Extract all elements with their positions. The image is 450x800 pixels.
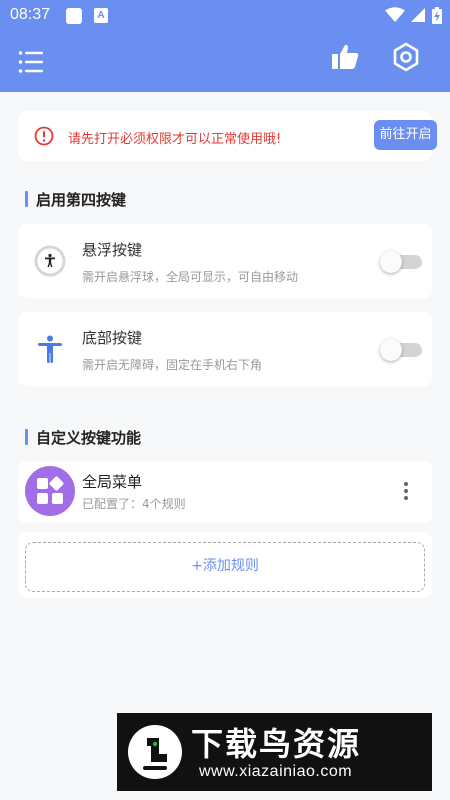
rule-subtitle: 已配置了：4个规则 — [82, 497, 186, 511]
rule-item-global-menu[interactable]: 全局菜单 已配置了：4个规则 — [18, 461, 432, 523]
floating-button-toggle[interactable] — [380, 251, 424, 273]
section-title-custom-functions: 自定义按键功能 — [25, 427, 141, 448]
rule-avatar — [25, 466, 75, 516]
floating-button-option[interactable]: 悬浮按键 需开启悬浮球，全局可显示，可自由移动 — [18, 224, 432, 298]
bird-logo-icon — [128, 725, 182, 779]
a-badge-icon: A — [94, 8, 108, 23]
notification-square-icon — [66, 8, 82, 24]
more-vert-icon[interactable] — [400, 481, 412, 503]
permission-alert-card: 请先打开必须权限才可以正常使用哦! 前往开启 — [18, 111, 437, 161]
section-accent-bar — [25, 429, 28, 445]
watermark-banner: 下载鸟资源 www.xiazainiao.com — [117, 713, 432, 791]
add-rule-button[interactable]: +添加规则 — [25, 542, 425, 592]
toggle-knob — [380, 251, 402, 273]
apps-grid-icon — [37, 476, 64, 504]
toggle-knob — [380, 339, 402, 361]
thumbs-up-icon[interactable] — [330, 42, 360, 72]
option-description: 需开启悬浮球，全局可显示，可自由移动 — [82, 270, 299, 284]
section-title-fourth-button: 启用第四按键 — [25, 189, 126, 210]
add-rule-container: +添加规则 — [18, 532, 432, 598]
bottom-button-toggle[interactable] — [380, 339, 424, 361]
option-title: 底部按键 — [82, 329, 143, 347]
app-bar — [0, 32, 450, 92]
status-bar: 08:37 A — [0, 0, 450, 32]
bottom-button-option[interactable]: 底部按键 需开启无障碍，固定在手机右下角 — [18, 312, 432, 386]
battery-charging-icon — [432, 7, 442, 24]
permission-alert-message: 请先打开必须权限才可以正常使用哦! — [68, 132, 282, 147]
section-accent-bar — [25, 191, 28, 207]
option-title: 悬浮按键 — [82, 241, 143, 259]
section-title-text: 启用第四按键 — [36, 191, 127, 209]
signal-icon — [411, 8, 425, 22]
watermark-name: 下载鸟资源 — [191, 725, 362, 763]
floating-accessibility-icon — [34, 245, 66, 277]
section-title-text: 自定义按键功能 — [36, 429, 142, 447]
wifi-icon — [385, 7, 405, 22]
settings-hexagon-icon[interactable] — [390, 41, 422, 73]
accessibility-person-icon — [38, 335, 62, 363]
watermark-url: www.xiazainiao.com — [199, 763, 353, 780]
rule-title: 全局菜单 — [82, 473, 143, 491]
option-description: 需开启无障碍，固定在手机右下角 — [82, 358, 263, 372]
go-enable-button[interactable]: 前往开启 — [374, 120, 437, 150]
status-time: 08:37 — [10, 6, 51, 23]
menu-icon[interactable] — [18, 50, 44, 74]
error-circle-icon — [34, 126, 54, 146]
